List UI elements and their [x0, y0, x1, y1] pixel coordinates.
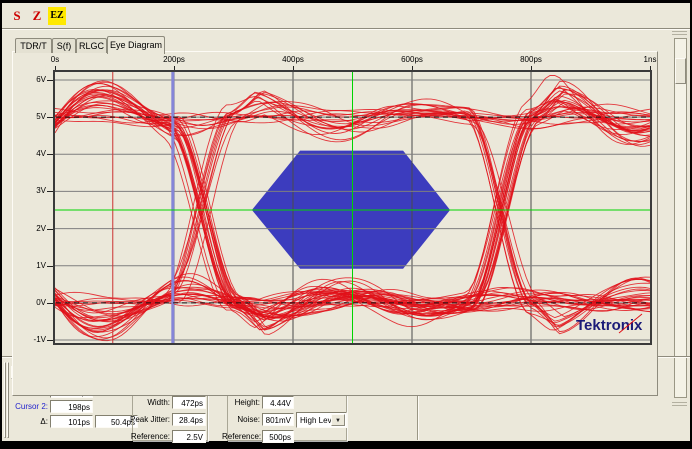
vertical-scrollbar-track[interactable]	[674, 38, 687, 398]
tab-eye-diagram[interactable]: Eye Diagram	[107, 36, 165, 54]
s-parameter-tool-button[interactable]: S	[8, 7, 26, 25]
tab-s-f[interactable]: S(f)	[52, 38, 76, 53]
vertical-scrollbar-thumb[interactable]	[675, 58, 686, 84]
noise-label: Noise:	[222, 415, 260, 425]
tab-tdr-t[interactable]: TDR/T	[15, 38, 52, 53]
tektronix-watermark: Tektronix	[576, 317, 643, 334]
peak-jitter-field: 28.4ps	[172, 413, 206, 426]
vertical-reference-label: Reference:	[222, 432, 260, 442]
z-line-tool-button[interactable]: Z	[28, 7, 46, 25]
cursor2-time-field: 198ps	[50, 400, 93, 413]
eazy-tool-button[interactable]: EZ	[48, 7, 66, 25]
toolbar-divider-highlight	[2, 29, 690, 30]
height-label: Height:	[222, 398, 260, 408]
delta-label: Δ:	[8, 417, 48, 427]
scrollbar-top-mark2	[672, 34, 687, 35]
height-field: 4.44V	[262, 396, 294, 409]
noise-field: 801mV	[262, 413, 294, 426]
scrollbar-top-mark	[672, 31, 687, 32]
cursor2-label: Cursor 2:	[8, 402, 48, 412]
delta-time-field: 101ps	[50, 415, 93, 428]
noise-mode-dropdown[interactable]: High Level ▼	[296, 412, 347, 428]
width-label: Width:	[130, 398, 170, 408]
scrollbar-bottom-mark	[672, 402, 687, 403]
panel-grip-handle[interactable]	[4, 362, 6, 438]
chevron-down-icon[interactable]: ▼	[331, 414, 345, 426]
app-window: S Z EZ TDR/T S(f) RLGC Eye Diagram 0s200…	[0, 0, 692, 449]
eye-diagram-plot[interactable]: Tektronix	[53, 70, 652, 345]
tab-rlgc[interactable]: RLGC	[76, 38, 107, 53]
peak-jitter-label: Peak Jitter:	[130, 415, 170, 425]
width-field: 472ps	[172, 396, 206, 409]
scrollbar-bottom-mark2	[672, 405, 687, 406]
horizontal-reference-label: Reference:	[130, 432, 170, 442]
horizontal-reference-field: 2.5V	[172, 430, 206, 443]
vertical-reference-field: 500ps	[262, 430, 294, 443]
